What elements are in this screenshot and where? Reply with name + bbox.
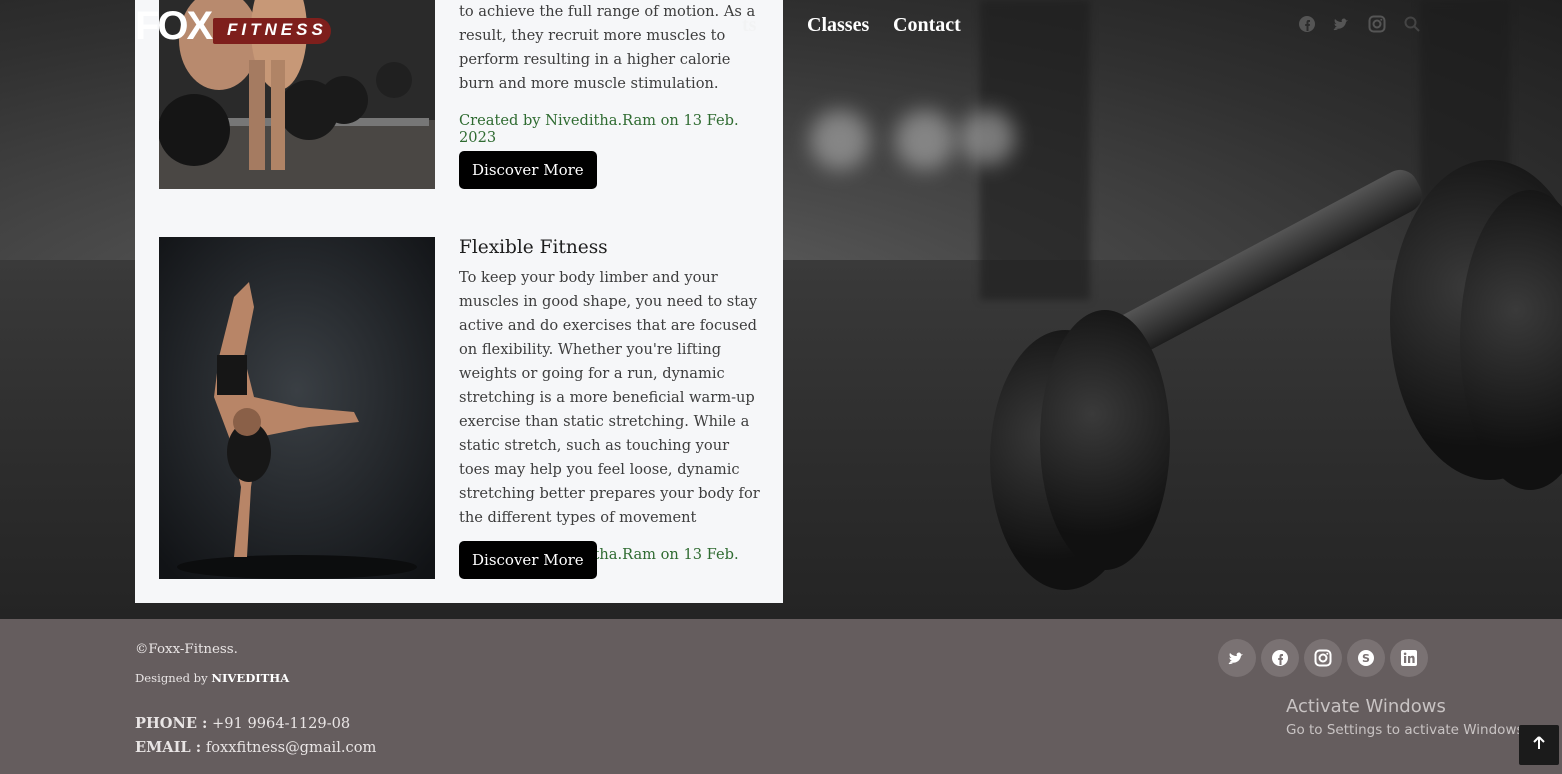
copyright: ©Foxx-Fitness.: [135, 642, 238, 657]
scroll-to-top-button[interactable]: [1519, 725, 1559, 765]
svg-text:S: S: [1362, 652, 1370, 665]
post-image-flexible: [159, 237, 435, 579]
footer-phone: PHONE : +91 9964-1129-08: [135, 715, 350, 732]
blog-card: to achieve the full range of motion. As …: [135, 0, 783, 603]
dumbbell-plate: [1040, 310, 1170, 570]
instagram-icon[interactable]: [1368, 15, 1386, 33]
nav-link-partial[interactable]: ts: [742, 14, 756, 37]
nav-link-contact[interactable]: Contact: [893, 14, 961, 37]
footer: ©Foxx-Fitness. Designed by NIVEDITHA PHO…: [0, 619, 1562, 774]
skype-icon[interactable]: S: [1347, 639, 1385, 677]
discover-more-button[interactable]: Discover More: [459, 151, 597, 189]
email-label: EMAIL :: [135, 739, 202, 756]
instagram-icon[interactable]: [1304, 639, 1342, 677]
blog-post: Flexible Fitness To keep your body limbe…: [159, 237, 761, 580]
site-logo[interactable]: FOX FITNESS: [135, 4, 335, 48]
post-meta: Created by Niveditha.Ram on 13 Feb. 2023: [459, 112, 739, 146]
facebook-icon[interactable]: [1298, 15, 1316, 33]
email-address: foxxfitness@gmail.com: [205, 739, 377, 756]
footer-email: EMAIL : foxxfitness@gmail.com: [135, 739, 376, 756]
post-body: To keep your body limber and your muscle…: [459, 269, 760, 526]
facebook-icon[interactable]: [1261, 639, 1299, 677]
navbar: FOX FITNESS ts Classes Contact: [0, 0, 1562, 56]
designer-name: NIVEDITHA: [211, 671, 290, 685]
nav-icons: [1298, 15, 1421, 33]
logo-letters: FOX: [135, 4, 213, 48]
windows-activation-title: Activate Windows: [1286, 696, 1446, 717]
twitter-icon[interactable]: [1218, 639, 1256, 677]
logo-word: FITNESS: [227, 20, 327, 39]
phone-label: PHONE :: [135, 715, 208, 732]
nav-link-classes[interactable]: Classes: [807, 14, 869, 37]
phone-number: +91 9964-1129-08: [212, 715, 351, 732]
linkedin-icon[interactable]: [1390, 639, 1428, 677]
search-icon[interactable]: [1403, 15, 1421, 33]
windows-activation-subtitle: Go to Settings to activate Windows.: [1286, 722, 1528, 738]
social-links: S: [1218, 639, 1428, 677]
designed-by-label: Designed by: [135, 671, 208, 685]
twitter-icon[interactable]: [1333, 15, 1351, 33]
post-title: Flexible Fitness: [459, 237, 608, 258]
discover-more-button[interactable]: Discover More: [459, 541, 597, 579]
designed-by: Designed by NIVEDITHA: [135, 671, 289, 685]
post-text: Flexible Fitness To keep your body limbe…: [459, 237, 761, 580]
arrow-up-icon: [1531, 735, 1547, 755]
